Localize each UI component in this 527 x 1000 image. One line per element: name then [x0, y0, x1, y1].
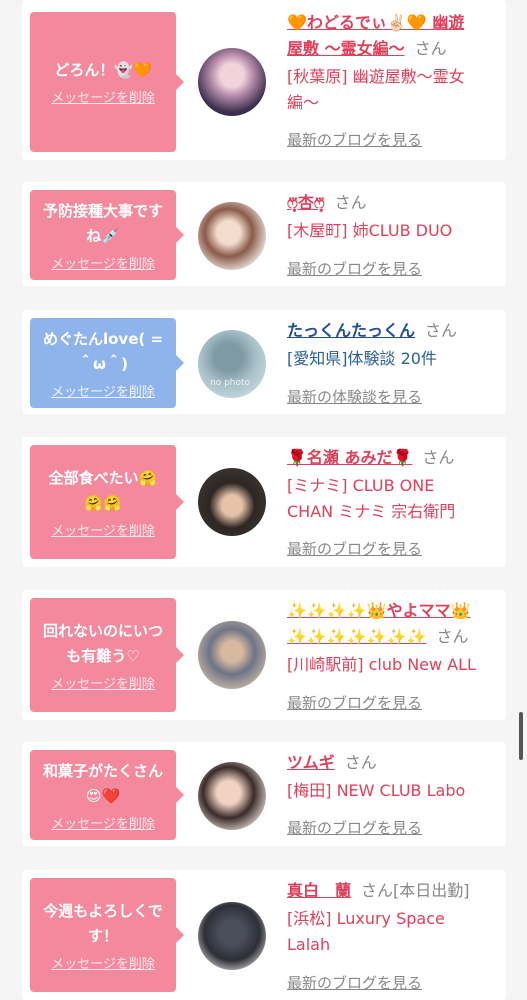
latest-experience-link[interactable]: 最新の体験談を見る	[287, 386, 422, 407]
user-name-link[interactable]: 🧡わどるでぃ✌🏻🧡 幽遊	[287, 13, 464, 32]
user-name-link[interactable]: ෆ͙⃛杏ෆ͙⃛	[287, 193, 325, 212]
message-bubble: どろん！👻🧡 メッセージを削除	[30, 12, 184, 152]
message-text: めぐたんlove( = ＾ω＾)	[42, 329, 164, 373]
message-bubble: 全部食べたい🤗 🤗🤗 メッセージを削除	[30, 445, 184, 559]
honorific: さん	[425, 321, 458, 340]
shop-info: [秋葉原] 幽遊屋敷〜霊女 編〜	[287, 67, 465, 112]
honorific: さん	[344, 753, 377, 772]
latest-blog-link[interactable]: 最新のブログを見る	[287, 817, 422, 838]
delete-message-link[interactable]: メッセージを削除	[51, 253, 155, 272]
user-name-link-cont[interactable]: 屋敷 〜霊女編〜	[287, 39, 405, 58]
avatar[interactable]	[198, 202, 266, 270]
user-name-link[interactable]: 🌹名瀬 あみだ🌹	[287, 448, 412, 467]
message-bubble: 今週もよろしくで す！ メッセージを削除	[30, 878, 184, 992]
shop-info: [愛知県]体験談 20件	[287, 349, 437, 368]
honorific: さん[本日出勤]	[361, 881, 470, 900]
shop-info: [川崎駅前] club New ALL	[287, 655, 476, 674]
message-list: どろん！👻🧡 メッセージを削除 🧡わどるでぃ✌🏻🧡 幽遊 屋敷 〜霊女編〜 さん …	[0, 0, 527, 1000]
message-text: 予防接種大事です ね💉	[42, 201, 163, 245]
latest-blog-link[interactable]: 最新のブログを見る	[287, 692, 422, 713]
latest-blog-link[interactable]: 最新のブログを見る	[287, 129, 422, 150]
message-bubble: 回れないのにいつ も有難う♡ メッセージを削除	[30, 598, 184, 712]
message-bubble: 和菓子がたくさん 😍❤️ メッセージを削除	[30, 750, 184, 840]
message-text: 回れないのにいつ も有難う♡	[42, 621, 163, 665]
delete-message-link[interactable]: メッセージを削除	[51, 520, 155, 539]
avatar[interactable]	[198, 762, 266, 830]
delete-message-link[interactable]: メッセージを削除	[51, 673, 155, 692]
avatar[interactable]	[198, 468, 266, 536]
list-item: めぐたんlove( = ＾ω＾) メッセージを削除 no photo たっくんたっ…	[22, 310, 506, 414]
avatar[interactable]	[198, 902, 266, 970]
message-text: 今週もよろしくで す！	[43, 901, 163, 945]
honorific: さん	[414, 39, 447, 58]
latest-blog-link[interactable]: 最新のブログを見る	[287, 258, 422, 279]
message-bubble: めぐたんlove( = ＾ω＾) メッセージを削除	[30, 318, 184, 408]
avatar[interactable]	[198, 621, 266, 689]
list-item: 予防接種大事です ね💉 メッセージを削除 ෆ͙⃛杏ෆ͙⃛ さん [木屋町] 姉CLU…	[22, 182, 506, 286]
shop-info: [梅田] NEW CLUB Labo	[287, 781, 466, 800]
avatar[interactable]: no photo	[198, 330, 266, 398]
delete-message-link[interactable]: メッセージを削除	[51, 381, 155, 400]
message-text: どろん！👻🧡	[54, 61, 152, 79]
message-text: 全部食べたい🤗 🤗🤗	[48, 468, 158, 512]
delete-message-link[interactable]: メッセージを削除	[51, 87, 155, 106]
message-text: 和菓子がたくさん 😍❤️	[42, 761, 163, 805]
user-name-link-cont[interactable]: ✨✨✨✨✨✨✨	[287, 627, 426, 646]
delete-message-link[interactable]: メッセージを削除	[51, 953, 155, 972]
shop-info: [ミナミ] CLUB ONE CHAN ミナミ 宗右衛門	[287, 476, 456, 521]
list-item: 今週もよろしくで す！ メッセージを削除 真白 蘭さん[本日出勤] [浜松] Lu…	[22, 870, 506, 1000]
shop-info: [木屋町] 姉CLUB DUO	[287, 221, 453, 240]
user-name-link[interactable]: 真白 蘭	[287, 881, 351, 900]
list-item: 全部食べたい🤗 🤗🤗 メッセージを削除 🌹名瀬 あみだ🌹 さん [ミナミ] CLUB…	[22, 437, 506, 567]
message-bubble: 予防接種大事です ね💉 メッセージを削除	[30, 190, 184, 280]
honorific: さん	[422, 448, 455, 467]
user-name-link[interactable]: ツムギ	[287, 753, 335, 772]
list-item: 回れないのにいつ も有難う♡ メッセージを削除 ✨✨✨✨👑やよママ👑 ✨✨✨✨✨✨…	[22, 590, 506, 720]
list-item: 和菓子がたくさん 😍❤️ メッセージを削除 ツムギ さん [梅田] NEW CLUB…	[22, 742, 506, 846]
shop-info: [浜松] Luxury Space Lalah	[287, 909, 445, 954]
user-name-link[interactable]: ✨✨✨✨👑やよママ👑	[287, 601, 471, 620]
avatar[interactable]	[198, 48, 266, 116]
delete-message-link[interactable]: メッセージを削除	[51, 813, 155, 832]
honorific: さん	[436, 627, 469, 646]
scrollbar[interactable]	[519, 712, 523, 760]
honorific: さん	[334, 193, 367, 212]
latest-blog-link[interactable]: 最新のブログを見る	[287, 538, 422, 559]
user-name-link[interactable]: たっくんたっくん	[287, 321, 415, 340]
no-photo-label: no photo	[210, 378, 251, 388]
latest-blog-link[interactable]: 最新のブログを見る	[287, 972, 422, 993]
list-item: どろん！👻🧡 メッセージを削除 🧡わどるでぃ✌🏻🧡 幽遊 屋敷 〜霊女編〜 さん …	[22, 0, 506, 160]
